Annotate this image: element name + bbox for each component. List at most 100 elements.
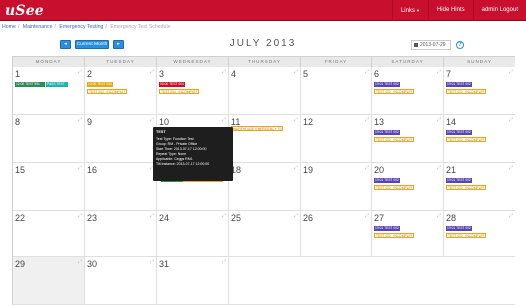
expand-icon[interactable]: ⤢ (150, 213, 154, 219)
day-cell[interactable]: 9 ⤢ (85, 115, 157, 163)
day-cell[interactable]: 2 ⤢ 12:00 TEST 004 TEST 003 : INCOMPLETE (85, 67, 157, 115)
prev-month-button[interactable]: ◂ (60, 40, 71, 49)
expand-icon[interactable]: ⤢ (365, 165, 369, 171)
day-number: 22 (15, 213, 26, 223)
expand-icon[interactable]: ⤢ (365, 69, 369, 75)
expand-icon[interactable]: ⤢ (509, 69, 513, 75)
day-cell[interactable]: 16 ⤢ (85, 163, 157, 211)
expand-icon[interactable]: ⤢ (509, 213, 513, 219)
expand-icon[interactable]: ⤢ (294, 213, 298, 219)
expand-icon[interactable]: ⤢ (437, 117, 441, 123)
day-cell[interactable]: 11 ⤢ WAREHOUSE EMERGENCY TEST... (229, 115, 301, 163)
day-cell[interactable]: 23 ⤢ (85, 211, 157, 257)
event-item[interactable]: TEST 002 : INCOMPLETE (446, 137, 486, 142)
day-number: 23 (87, 213, 98, 223)
expand-icon[interactable]: ⤢ (222, 117, 226, 123)
day-cell[interactable]: 5 ⤢ (301, 67, 372, 115)
day-cell[interactable]: 20 ⤢ 19:01 TEST 002 TEST 002 : INCOMPLETE (372, 163, 444, 211)
current-month-button[interactable]: Current Month (75, 40, 109, 49)
day-cell[interactable]: 14 ⤢ 19:01 TEST 002 TEST 002 : INCOMPLETE (444, 115, 515, 163)
breadcrumb: Home / Maintenance / Emergency Testing / Em… (2, 24, 171, 30)
day-cell[interactable]: 3 ⤢ 00:00 TEST 004 TEST 004 : INCOMPLETE (157, 67, 229, 115)
event-item[interactable]: 19:01 TEST 002 (374, 226, 400, 231)
expand-icon[interactable]: ⤢ (365, 117, 369, 123)
day-cell[interactable]: 8 ⤢ (13, 115, 85, 163)
event-item[interactable]: TEST 002 : INCOMPLETE (446, 233, 486, 238)
event-item[interactable]: TEST 004 : INCOMPLETE (159, 89, 199, 94)
day-cell[interactable]: 18 ⤢ (229, 163, 301, 211)
event-item[interactable]: 00:00 TEST 004 (159, 82, 185, 87)
help-icon[interactable]: ? (456, 41, 464, 49)
day-cell[interactable]: 28 ⤢ 19:01 TEST 002 TEST 002 : INCOMPLETE (444, 211, 515, 257)
usee-logo[interactable]: uSee (5, 1, 44, 20)
day-cell[interactable]: 29 ⤢ (13, 257, 85, 305)
day-cell[interactable]: 22 ⤢ (13, 211, 85, 257)
expand-icon[interactable]: ⤢ (78, 117, 82, 123)
expand-icon[interactable]: ⤢ (222, 213, 226, 219)
event-item[interactable]: TEST 002 : INCOMPLETE (374, 137, 414, 142)
expand-icon[interactable]: ⤢ (78, 259, 82, 265)
day-cell[interactable]: 12 ⤢ (301, 115, 372, 163)
expand-icon[interactable]: ⤢ (222, 69, 226, 75)
expand-icon[interactable]: ⤢ (294, 117, 298, 123)
expand-icon[interactable]: ⤢ (78, 69, 82, 75)
day-cell[interactable]: 30 ⤢ (85, 257, 157, 305)
day-cell[interactable]: 21 ⤢ 19:01 TEST 002 TEST 002 : INCOMPLETE (444, 163, 515, 211)
event-item[interactable]: TEST 003 : INCOMPLETE (87, 89, 127, 94)
event-item[interactable]: 19:01 TEST 002 (374, 82, 400, 87)
next-month-button[interactable]: ▸ (113, 40, 124, 49)
event-item[interactable]: 19:01 TEST 002 (374, 130, 400, 135)
day-number: 14 (446, 117, 457, 127)
event-item[interactable]: 12:00 TEST 991 (15, 82, 45, 87)
expand-icon[interactable]: ⤢ (437, 213, 441, 219)
expand-icon[interactable]: ⤢ (78, 213, 82, 219)
event-item[interactable]: TEST 002 : INCOMPLETE (446, 185, 486, 190)
event-item[interactable]: TEST 002 : INCOMPLETE (374, 233, 414, 238)
expand-icon[interactable]: ⤢ (509, 117, 513, 123)
day-number: 5 (303, 69, 309, 79)
day-cell[interactable]: 7 ⤢ 19:01 TEST 002 TEST 002 : INCOMPLETE (444, 67, 515, 115)
day-number: 29 (15, 259, 26, 269)
expand-icon[interactable]: ⤢ (78, 165, 82, 171)
event-item[interactable]: 19:01 TEST 002 (446, 226, 472, 231)
day-cell[interactable]: 15 ⤢ (13, 163, 85, 211)
event-item[interactable]: TEST 002 : INCOMPLETE (374, 89, 414, 94)
day-cell[interactable]: 13 ⤢ 19:01 TEST 002 TEST 002 : INCOMPLETE (372, 115, 444, 163)
day-cell[interactable]: 25 ⤢ (229, 211, 301, 257)
day-cell[interactable]: 1 ⤢ 12:00 TEST 991 PASS TEST (13, 67, 85, 115)
event-item[interactable]: PASS TEST (46, 82, 68, 87)
event-item[interactable]: TEST 002 : INCOMPLETE (374, 185, 414, 190)
day-cell[interactable]: 24 ⤢ (157, 211, 229, 257)
expand-icon[interactable]: ⤢ (150, 259, 154, 265)
day-cell[interactable]: 19 ⤢ (301, 163, 372, 211)
day-cell[interactable]: 4 ⤢ (229, 67, 301, 115)
expand-icon[interactable]: ⤢ (437, 69, 441, 75)
event-item[interactable]: WAREHOUSE EMERGENCY TEST... (231, 126, 283, 131)
expand-icon[interactable]: ⤢ (437, 165, 441, 171)
event-item[interactable]: 19:01 TEST 002 (374, 178, 400, 183)
expand-icon[interactable]: ⤢ (222, 259, 226, 265)
expand-icon[interactable]: ⤢ (150, 69, 154, 75)
logout-link[interactable]: admin Logout (472, 0, 526, 21)
breadcrumb-emergency-testing[interactable]: Emergency Testing (59, 24, 103, 30)
expand-icon[interactable]: ⤢ (294, 69, 298, 75)
expand-icon[interactable]: ⤢ (150, 117, 154, 123)
event-item[interactable]: TEST 002 : INCOMPLETE (446, 89, 486, 94)
event-item[interactable]: 19:01 TEST 002 (446, 130, 472, 135)
expand-icon[interactable]: ⤢ (365, 213, 369, 219)
breadcrumb-maintenance[interactable]: Maintenance (23, 24, 53, 30)
day-cell[interactable]: 31 ⤢ (157, 257, 229, 305)
breadcrumb-home[interactable]: Home (2, 24, 16, 30)
hide-hints-link[interactable]: Hide Hints (427, 0, 473, 21)
event-item[interactable]: 19:01 TEST 002 (446, 82, 472, 87)
date-picker-input[interactable]: 2013-07-29 (411, 40, 451, 50)
day-cell[interactable]: 27 ⤢ 19:01 TEST 002 TEST 002 : INCOMPLETE (372, 211, 444, 257)
day-cell[interactable]: 26 ⤢ (301, 211, 372, 257)
expand-icon[interactable]: ⤢ (294, 165, 298, 171)
event-item[interactable]: 12:00 TEST 004 (87, 82, 113, 87)
links-menu[interactable]: Links▼ (391, 0, 428, 21)
day-cell[interactable]: 6 ⤢ 19:01 TEST 002 TEST 002 : INCOMPLETE (372, 67, 444, 115)
top-bar: uSee Links▼ Hide Hints admin Logout (0, 0, 526, 21)
event-item[interactable]: 19:01 TEST 002 (446, 178, 472, 183)
expand-icon[interactable]: ⤢ (509, 165, 513, 171)
